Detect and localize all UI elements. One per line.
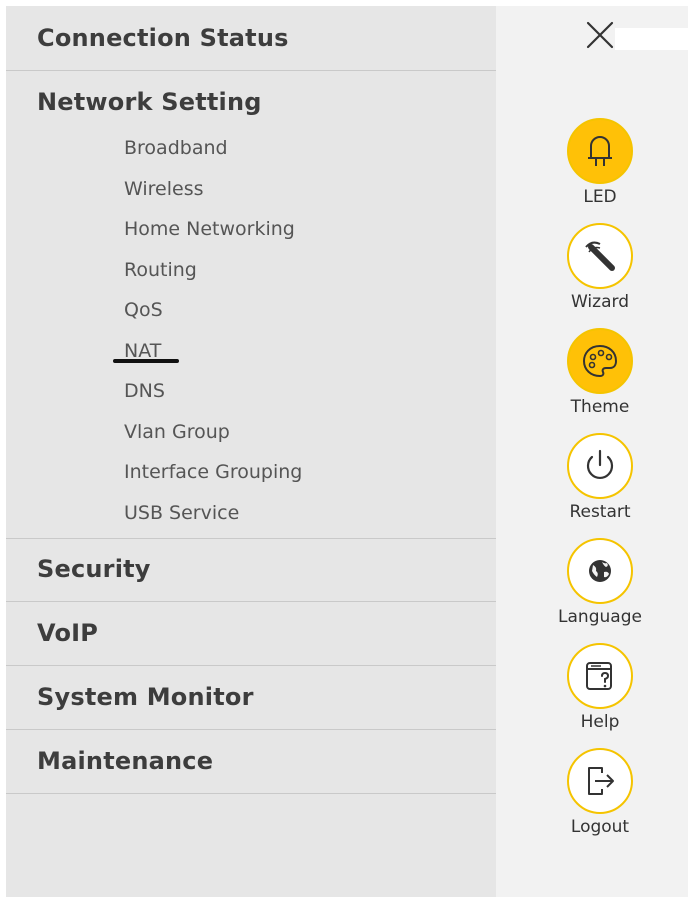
menu-item-home-networking[interactable]: Home Networking xyxy=(124,218,295,240)
menu-item-broadband[interactable]: Broadband xyxy=(124,137,228,159)
led-circle[interactable] xyxy=(567,118,633,184)
menu-item-vlan-group[interactable]: Vlan Group xyxy=(124,421,230,443)
led-icon xyxy=(588,136,612,166)
menu-item-routing[interactable]: Routing xyxy=(124,259,197,281)
section-title-maintenance[interactable]: Maintenance xyxy=(37,747,213,775)
globe-icon xyxy=(589,560,611,582)
restart-button[interactable]: Restart xyxy=(546,433,654,522)
help-button[interactable]: Help xyxy=(546,643,654,732)
theme-label: Theme xyxy=(570,397,630,417)
nat-underline-marker xyxy=(113,359,179,363)
section-title-system-monitor[interactable]: System Monitor xyxy=(37,683,254,711)
menu-item-interface-grouping[interactable]: Interface Grouping xyxy=(124,461,302,483)
menu-item-dns[interactable]: DNS xyxy=(124,380,165,402)
language-label: Language xyxy=(558,607,642,627)
section-voip[interactable]: VoIP xyxy=(6,602,496,666)
close-button[interactable] xyxy=(583,18,617,52)
section-security[interactable]: Security xyxy=(6,538,496,602)
menu-item-wireless[interactable]: Wireless xyxy=(124,178,204,200)
top-bar-strip xyxy=(615,28,688,50)
section-title-security[interactable]: Security xyxy=(37,555,151,583)
wizard-circle[interactable] xyxy=(567,223,633,289)
wizard-button[interactable]: Wizard xyxy=(546,223,654,312)
wizard-wand-icon xyxy=(585,241,615,271)
language-circle[interactable] xyxy=(567,538,633,604)
language-button[interactable]: Language xyxy=(546,538,654,627)
palette-icon xyxy=(582,344,618,378)
help-window-icon xyxy=(586,662,612,690)
restart-label: Restart xyxy=(569,502,631,522)
led-button[interactable]: LED xyxy=(546,118,654,207)
led-label: LED xyxy=(583,187,617,207)
menu-item-qos[interactable]: QoS xyxy=(124,299,163,321)
restart-circle[interactable] xyxy=(567,433,633,499)
help-label: Help xyxy=(580,712,620,732)
section-title-voip[interactable]: VoIP xyxy=(37,619,98,647)
power-icon xyxy=(586,449,614,479)
logout-circle[interactable] xyxy=(567,748,633,814)
section-title-network-setting[interactable]: Network Setting xyxy=(37,88,262,116)
close-icon xyxy=(586,21,614,49)
logout-label: Logout xyxy=(570,817,630,837)
wizard-label: Wizard xyxy=(571,292,629,312)
theme-circle[interactable] xyxy=(567,328,633,394)
section-connection-status[interactable]: Connection Status xyxy=(6,6,496,71)
menu-item-usb-service[interactable]: USB Service xyxy=(124,502,239,524)
help-circle[interactable] xyxy=(567,643,633,709)
theme-button[interactable]: Theme xyxy=(546,328,654,417)
section-title-connection-status[interactable]: Connection Status xyxy=(37,24,289,52)
logout-icon xyxy=(588,767,614,795)
logout-button[interactable]: Logout xyxy=(546,748,654,837)
section-maintenance[interactable]: Maintenance xyxy=(6,730,496,794)
navigation-menu: Connection Status Network Setting Broadb… xyxy=(6,6,496,897)
section-system-monitor[interactable]: System Monitor xyxy=(6,666,496,730)
